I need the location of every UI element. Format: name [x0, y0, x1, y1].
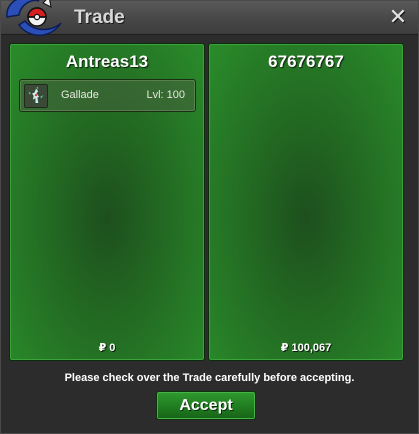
partner-player-name: 67676767 [268, 52, 344, 71]
partner-offer-panel: 67676767 ₽ 100,067 [208, 43, 404, 361]
my-offer-panel: Antreas13 Gallade Lvl: 100 ₽ 0 [9, 43, 205, 361]
partner-money-offer: ₽ 100,067 [280, 342, 332, 354]
trade-window: Trade ✕ Antreas13 Gallade Lvl: 100 ₽ 0 6… [0, 0, 419, 434]
window-title: Trade [74, 7, 125, 28]
close-button[interactable]: ✕ [388, 6, 408, 28]
pokeball-logo-icon [6, 0, 62, 36]
trade-item-slot[interactable]: Gallade Lvl: 100 [19, 79, 196, 112]
gallade-sprite-icon [27, 85, 45, 104]
title-bar[interactable]: Trade ✕ [1, 0, 418, 36]
item-name: Gallade [61, 89, 99, 101]
accept-button[interactable]: Accept [156, 391, 256, 420]
trade-notice: Please check over the Trade carefully be… [64, 372, 355, 384]
close-icon: ✕ [388, 4, 408, 29]
my-money-offer: ₽ 0 [98, 342, 116, 354]
gallade-sprite-icon [24, 84, 48, 108]
my-player-name: Antreas13 [65, 52, 149, 71]
item-level: Lvl: 100 [146, 89, 185, 101]
